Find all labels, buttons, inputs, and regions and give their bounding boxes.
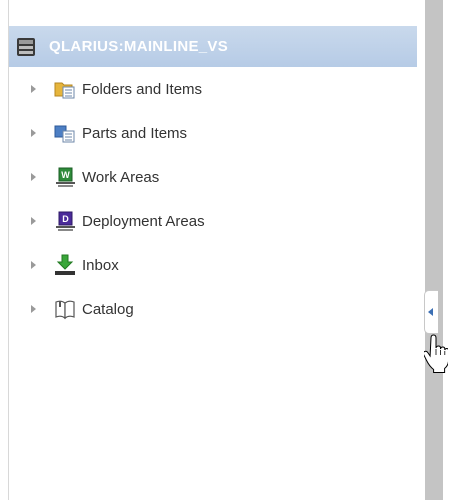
tree-root-label: QLARIUS:MAINLINE_VS [49,38,229,55]
parts-items-icon [54,122,76,144]
server-icon [15,36,37,58]
expand-arrow-icon[interactable] [31,173,36,181]
inbox-icon [54,254,76,276]
expand-arrow-icon[interactable] [31,129,36,137]
tree-node-inbox[interactable]: Inbox [9,243,417,287]
tree-node-folders-and-items[interactable]: Folders and Items [9,67,417,111]
tree-node-parts-and-items[interactable]: Parts and Items [9,111,417,155]
tree-node-label: Inbox [82,256,119,274]
expand-arrow-icon[interactable] [31,305,36,313]
repository-tree: QLARIUS:MAINLINE_VS Folders and Items Pa… [9,26,417,331]
work-area-icon: W [54,166,76,188]
tree-node-label: Work Areas [82,168,160,186]
tree-node-deployment-areas[interactable]: D Deployment Areas [9,199,417,243]
expand-arrow-icon[interactable] [31,261,36,269]
expand-arrow-icon[interactable] [31,85,36,93]
tree-node-label: Catalog [82,300,134,318]
svg-text:D: D [62,214,69,224]
tree-node-catalog[interactable]: Catalog [9,287,417,331]
collapse-left-icon [428,308,433,316]
panel-splitter[interactable] [425,0,443,500]
svg-text:W: W [61,170,70,180]
tree-node-label: Folders and Items [82,80,203,98]
deployment-area-icon: D [54,210,76,232]
tree-root-node[interactable]: QLARIUS:MAINLINE_VS [9,26,417,67]
hand-cursor-icon [424,334,448,373]
collapse-panel-button[interactable] [424,290,438,334]
left-gutter [0,0,9,500]
tree-node-work-areas[interactable]: W Work Areas [9,155,417,199]
tree-node-label: Parts and Items [82,124,188,142]
repository-tree-panel: QLARIUS:MAINLINE_VS Folders and Items Pa… [0,0,449,500]
catalog-icon [54,298,76,320]
expand-arrow-icon[interactable] [31,217,36,225]
tree-node-label: Deployment Areas [82,212,205,230]
folder-items-icon [54,78,76,100]
